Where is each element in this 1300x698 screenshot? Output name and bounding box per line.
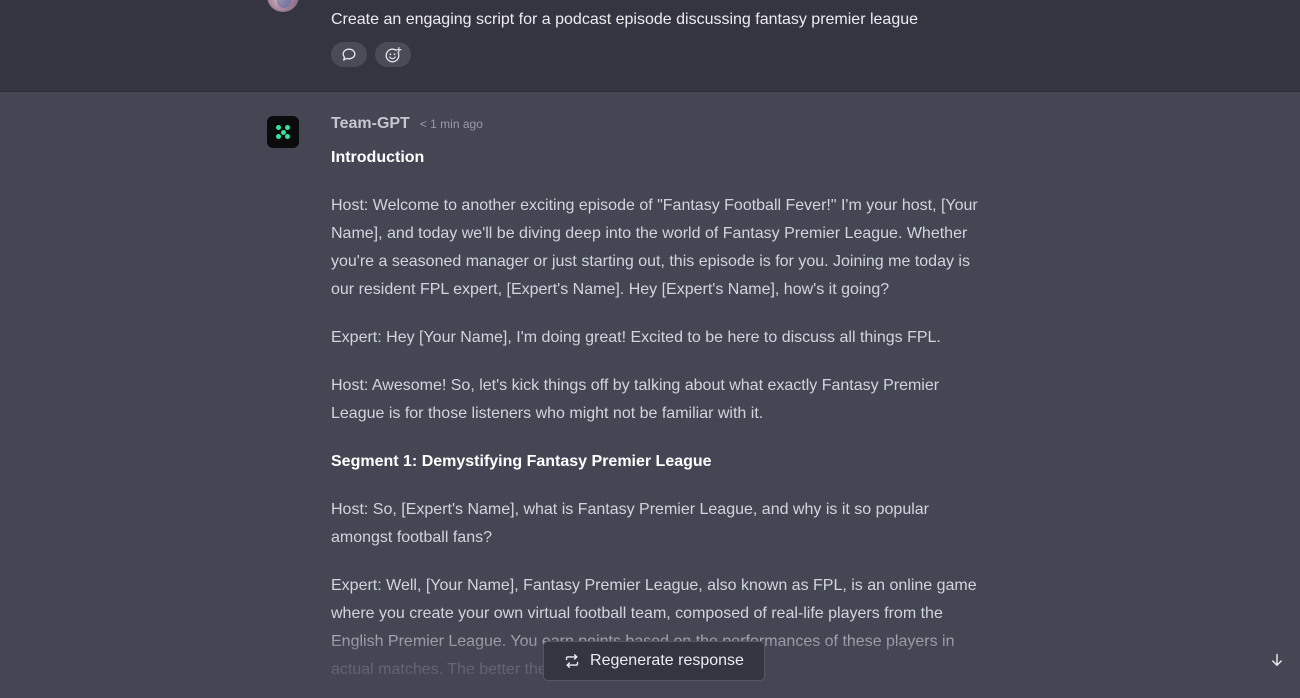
regenerate-icon	[565, 654, 579, 668]
team-gpt-logo-icon	[267, 116, 299, 148]
add-reaction-icon	[385, 46, 402, 62]
user-message-text: Create an engaging script for a podcast …	[331, 11, 919, 28]
message-paragraph: Host: Awesome! So, let's kick things off…	[331, 377, 940, 422]
assistant-name: Team-GPT	[331, 115, 410, 132]
user-avatar	[267, 0, 299, 12]
regenerate-response-label: Regenerate response	[590, 652, 744, 669]
add-reaction-button[interactable]	[375, 42, 411, 67]
scroll-to-bottom-button[interactable]	[1265, 648, 1289, 672]
section-heading: Segment 1: Demystifying Fantasy Premier …	[331, 453, 712, 470]
comment-button[interactable]	[331, 42, 367, 67]
user-message-actions	[331, 42, 411, 67]
comment-icon	[342, 48, 356, 61]
assistant-message-content: Introduction Host: Welcome to another ex…	[331, 144, 981, 698]
arrow-down-icon	[1272, 653, 1282, 666]
chat-window: Create an engaging script for a podcast …	[0, 0, 1300, 698]
user-message-block: Create an engaging script for a podcast …	[0, 0, 1300, 92]
assistant-header: Team-GPT < 1 min ago	[331, 115, 483, 133]
section-heading: Introduction	[331, 149, 425, 166]
message-paragraph: Expert: Hey [Your Name], I'm doing great…	[331, 329, 941, 346]
regenerate-response-button[interactable]: Regenerate response	[543, 641, 765, 681]
message-paragraph: Host: So, [Expert's Name], what is Fanta…	[331, 501, 929, 546]
message-timestamp: < 1 min ago	[419, 117, 483, 131]
message-paragraph: Host: Welcome to another exciting episod…	[331, 197, 978, 298]
